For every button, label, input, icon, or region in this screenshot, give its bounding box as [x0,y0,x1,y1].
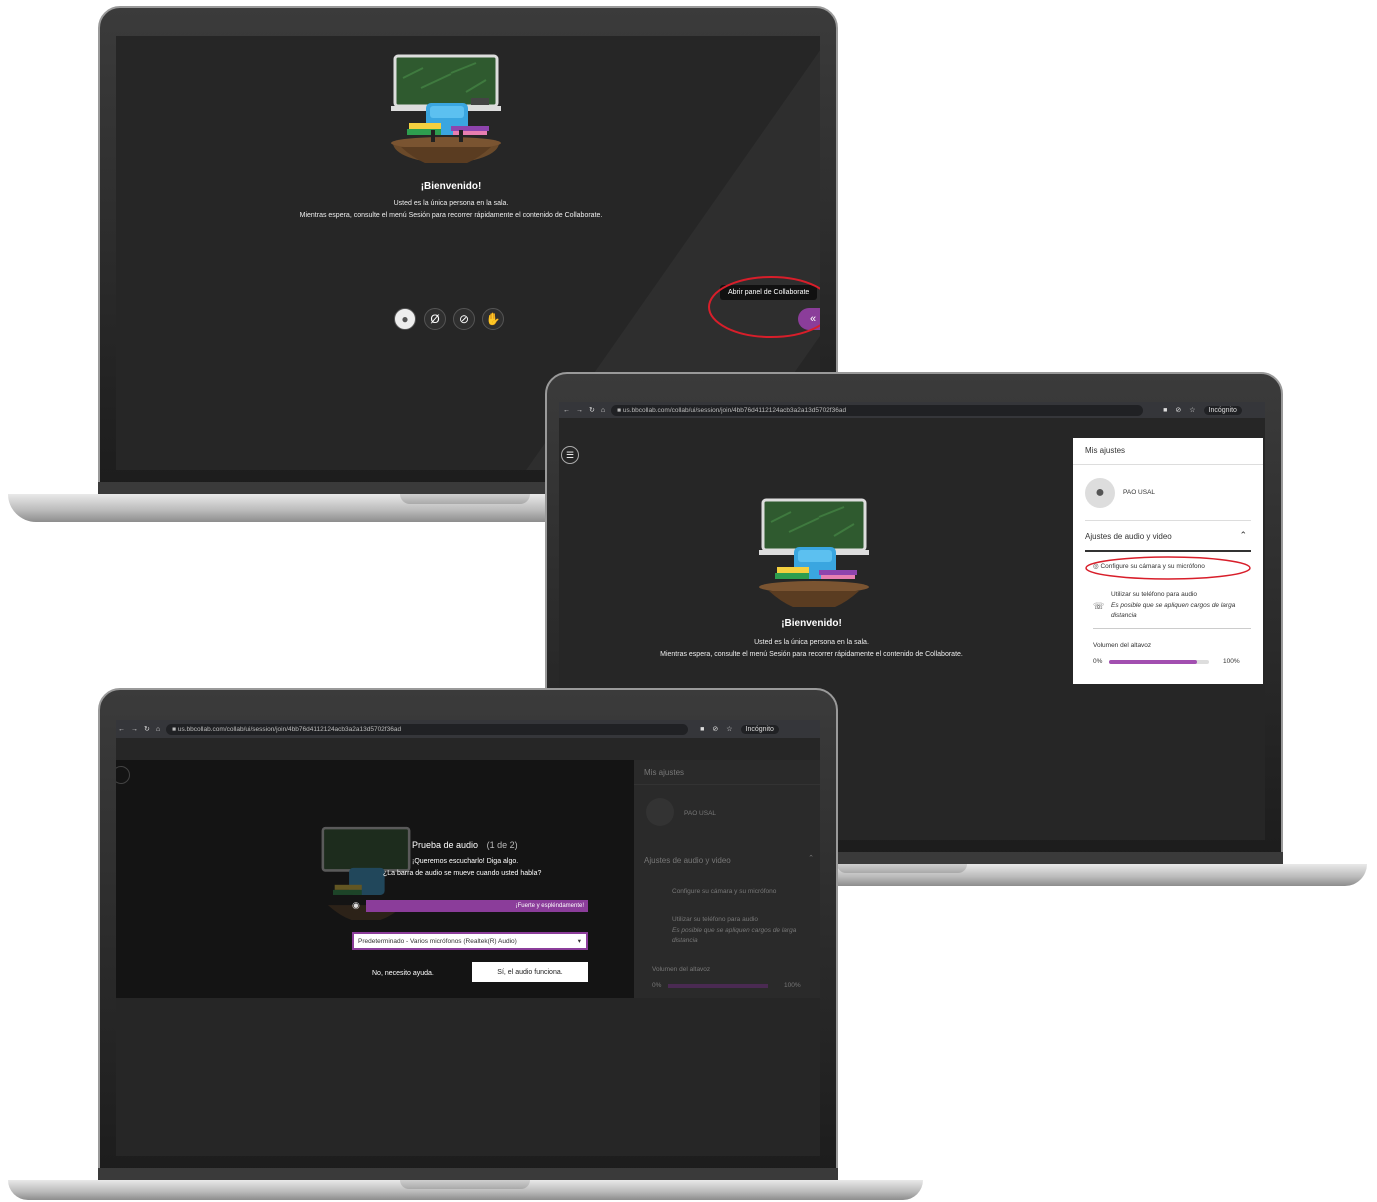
eye-off-icon[interactable]: ⊘ [712,725,718,733]
star-icon[interactable]: ☆ [1189,406,1195,414]
chevron-up-icon[interactable]: ⌃ [1239,530,1247,541]
back-icon[interactable]: ← [563,407,570,414]
address-bar[interactable]: ■ us.bbcollab.com/collab/ui/session/join… [166,723,689,735]
classroom-illustration [759,498,869,607]
no-help-label: No, necesito ayuda. [372,970,434,977]
volume-bar-dimmed [668,984,768,988]
home-icon[interactable]: ⌂ [156,726,160,733]
address-bar[interactable]: ■ us.bbcollab.com/collab/ui/session/join… [611,404,1144,416]
avatar: ● [1085,478,1115,508]
vol-max: 100% [784,982,801,989]
user-name: PAO USAL [1123,489,1156,496]
only-person-text: Usted es la única persona en la sala. [393,200,509,207]
audio-test-line2: ¿La barra de audio se mueve cuando usted… [383,870,542,877]
audio-test-line1: ¡Queremos escucharlo! Diga algo. [412,858,519,865]
address-url: us.bbcollab.com/collab/ui/session/join/4… [622,406,847,414]
laptop-1-notch [400,494,530,504]
audio-test-step: (1 de 2) [486,840,518,850]
laptop-3: ← → ↻ ⌂ ■ us.bbcollab.com/collab/ui/sess… [8,688,923,1202]
forward-icon[interactable]: → [576,407,583,414]
only-person-text: Usted es la única persona en la sala. [754,639,869,646]
audio-level-text: ¡Fuerte y espléndamente! [515,903,584,909]
reload-icon[interactable]: ↻ [144,725,150,733]
settings-title: Mis ajustes [1085,446,1126,455]
hand-raise-icon[interactable]: ✋ [482,308,504,330]
phone-note: Es posible que se apliquen cargos de lar… [672,927,797,944]
audio-level-bar: ¡Fuerte y espléndamente! [366,900,588,912]
settings-panel-dimmed: Mis ajustes PAO USAL Ajustes de audio y … [634,760,820,998]
use-phone-label: Utilizar su teléfono para audio [672,916,758,923]
camera-icon[interactable]: ■ [1163,407,1167,414]
audio-video-section-header[interactable]: Ajustes de audio y video [644,856,731,865]
phone-icon: ☏ [1093,601,1105,611]
home-icon[interactable]: ⌂ [601,407,605,414]
volume-fill [1109,660,1197,664]
speaker-volume-label: Volumen del altavoz [1093,642,1152,649]
annotation-circle [708,276,820,338]
reload-icon[interactable]: ↻ [589,406,595,414]
audio-works-label: Sí, el audio funciona. [497,968,563,976]
avatar-button[interactable]: ● [394,308,416,330]
browser-toolbar: ← → ↻ ⌂ ■ us.bbcollab.com/collab/ui/sess… [559,402,1265,418]
chevron-down-icon: ▾ [577,938,581,945]
audio-test-title-text: Prueba de audio [412,840,479,850]
incognito-label: Incógnito [740,724,779,734]
use-phone-label[interactable]: Utilizar su teléfono para audio [1111,591,1197,598]
audio-video-section-header[interactable]: Ajustes de audio y video [1085,532,1172,541]
address-url: us.bbcollab.com/collab/ui/session/join/4… [177,725,402,733]
mic-select[interactable]: Predeterminado - Varios micrófonos (Real… [352,932,588,950]
eye-off-icon[interactable]: ⊘ [1175,406,1181,414]
star-icon[interactable]: ☆ [726,725,732,733]
speaker-volume-label: Volumen del altavoz [652,966,711,973]
chevron-up-icon[interactable]: ⌃ [808,854,814,862]
annotation-circle [1085,556,1251,580]
laptop-3-hinge [98,1168,838,1180]
mic-select-value: Predeterminado - Varios micrófonos (Real… [358,937,517,945]
welcome-heading: ¡Bienvenido! [420,181,482,192]
while-waiting-text: Mientras espera, consulte el menú Sesión… [660,651,963,658]
session-menu-button[interactable]: ☰ [561,446,579,464]
settings-title: Mis ajustes [644,768,685,777]
welcome-heading: ¡Bienvenido! [781,618,842,629]
camera-icon[interactable]: ■ [700,726,704,733]
browser-toolbar: ← → ↻ ⌂ ■ us.bbcollab.com/collab/ui/sess… [116,720,820,738]
forward-icon[interactable]: → [131,726,138,733]
no-help-button[interactable]: No, necesito ayuda. [372,970,434,977]
session-menu-button[interactable] [116,766,130,784]
vol-min: 0% [1093,658,1103,665]
phone-note: Es posible que se apliquen cargos de lar… [1111,602,1236,619]
avatar [646,798,674,826]
laptop-3-screen: ← → ↻ ⌂ ■ us.bbcollab.com/collab/ui/sess… [116,720,820,1156]
speaker-volume-slider[interactable] [1109,660,1209,664]
mic-icon: ◉ [352,900,360,910]
dimmed-session-area: Prueba de audio (1 de 2) ¡Queremos escuc… [116,760,634,998]
back-icon[interactable]: ← [118,726,125,733]
classroom-illustration [391,54,501,163]
laptop-3-notch [400,1180,530,1189]
configure-camera-mic-label: Configure su cámara y su micrófono [672,888,777,895]
camera-off-icon[interactable]: ⊘ [453,308,475,330]
audio-works-button[interactable]: Sí, el audio funciona. [472,962,588,982]
vol-max: 100% [1223,658,1240,665]
incognito-label: Incógnito [1203,405,1242,415]
while-waiting-text: Mientras espera, consulte el menú Sesión… [299,212,603,219]
audio-test-title: Prueba de audio (1 de 2) [412,840,518,850]
settings-panel: Mis ajustes ● PAO USAL Ajustes de audio … [1073,438,1263,684]
vol-min: 0% [652,982,662,989]
user-name: PAO USAL [684,810,717,817]
mic-off-icon[interactable]: Ø [424,308,446,330]
